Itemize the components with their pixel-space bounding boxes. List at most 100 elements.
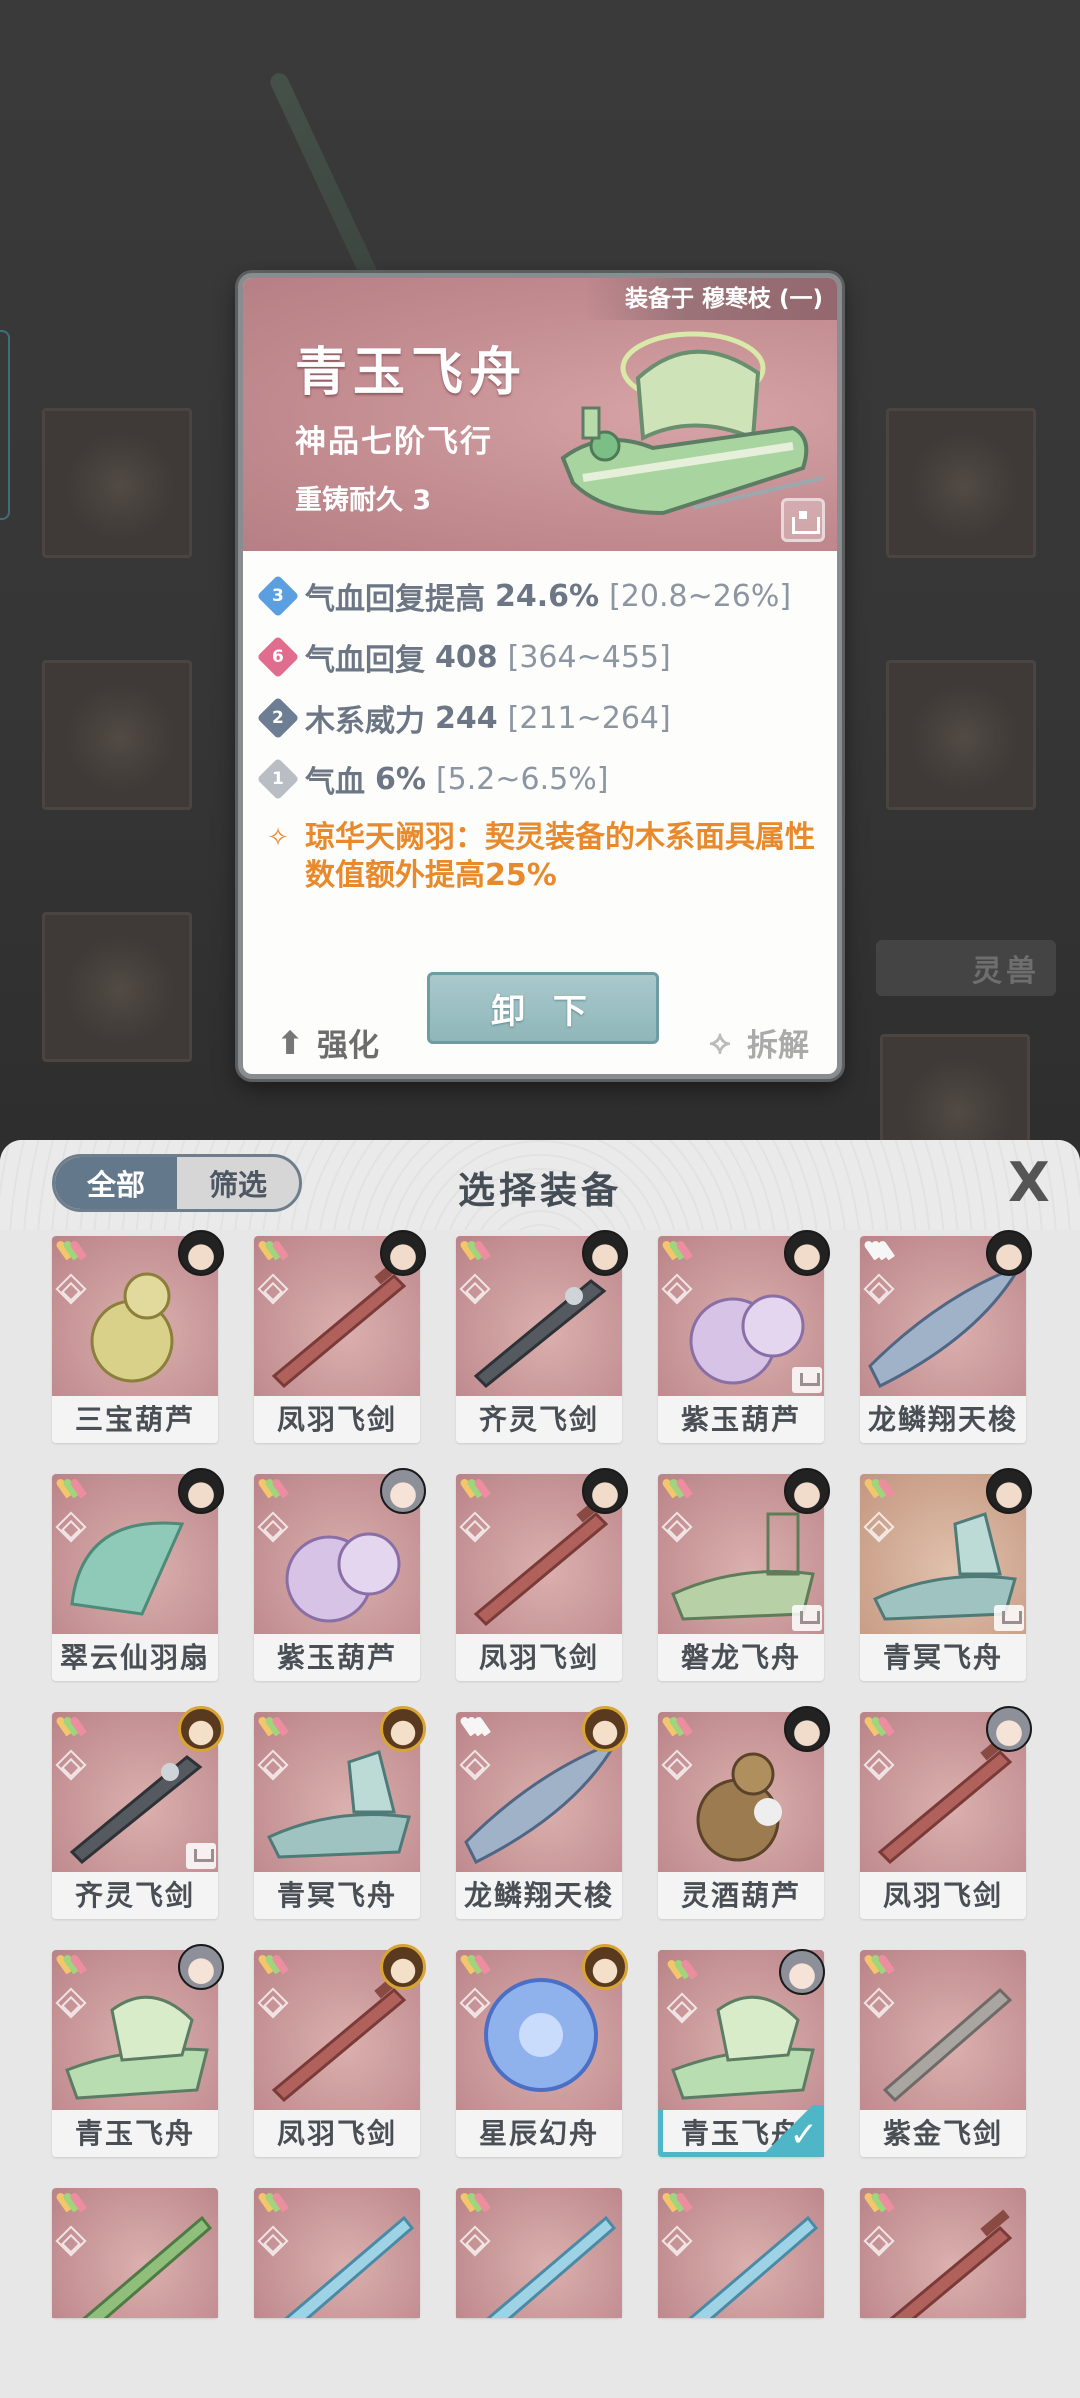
wing-rarity-icon xyxy=(660,1476,694,1500)
wing-rarity-icon xyxy=(660,2190,694,2214)
owner-avatar xyxy=(178,1230,224,1276)
equipment-card[interactable] xyxy=(52,2188,218,2318)
equipment-card[interactable]: 凤羽飞剑 xyxy=(254,1944,426,2157)
equipment-card[interactable]: 凤羽飞剑 xyxy=(254,1230,426,1443)
unequip-button[interactable]: 卸 下 xyxy=(427,972,659,1044)
wing-rarity-icon xyxy=(256,1238,290,1262)
equipment-label: 凤羽飞剑 xyxy=(478,1641,599,1674)
attribute-row: 2 木系威力 244 [211~264] xyxy=(256,696,671,740)
equipment-card[interactable] xyxy=(456,2188,622,2318)
equipment-card[interactable]: 齐灵飞剑 xyxy=(52,1706,224,1919)
equipment-card[interactable]: 紫玉葫芦 xyxy=(254,1468,426,1681)
owner-avatar xyxy=(784,1468,830,1514)
lock-icon xyxy=(792,1605,822,1631)
panel-header: 全部 筛选 选择装备 X xyxy=(0,1140,1080,1230)
owner-avatar xyxy=(784,1230,830,1276)
equipment-label: 凤羽飞剑 xyxy=(276,2117,397,2150)
equipment-card[interactable]: 翠云仙羽扇 xyxy=(52,1468,224,1681)
attribute-name: 木系威力 xyxy=(305,704,425,739)
wing-rarity-icon xyxy=(458,1476,492,1500)
wing-rarity-icon xyxy=(458,1714,492,1738)
dismantle-label: 拆解 xyxy=(747,1028,809,1064)
equipment-card[interactable]: 齐灵飞剑 xyxy=(456,1230,628,1443)
equipment-card[interactable]: 青冥飞舟 xyxy=(254,1706,426,1919)
wing-rarity-icon xyxy=(54,1476,88,1500)
equipment-card[interactable]: 紫金飞剑 xyxy=(860,1950,1026,2157)
wing-rarity-icon xyxy=(660,1238,694,1262)
equipment-card[interactable]: 龙鳞翔天梭 xyxy=(860,1230,1032,1443)
equipment-card[interactable]: 凤羽飞剑 xyxy=(456,1468,628,1681)
equipment-card[interactable]: 青玉飞舟 xyxy=(52,1944,224,2157)
detail-header: 装备于 穆寒枝 (一) 青玉飞舟 神品七阶飞行 重铸耐久 3 xyxy=(243,278,837,551)
owner-avatar xyxy=(380,1230,426,1276)
equipment-card[interactable]: 星辰幻舟 xyxy=(456,1944,628,2157)
spirit-beast-button[interactable]: 灵兽 xyxy=(876,940,1056,996)
attribute-range: [20.8~26%] xyxy=(609,578,792,614)
attribute-range: [364~455] xyxy=(507,639,671,675)
lock-icon[interactable] xyxy=(781,498,825,542)
wing-rarity-icon xyxy=(54,1238,88,1262)
strengthen-button[interactable]: ⬆ 强化 xyxy=(273,1020,379,1065)
equipment-card[interactable] xyxy=(658,2188,824,2318)
equipment-label: 齐灵飞剑 xyxy=(478,1403,599,1436)
equipment-card[interactable] xyxy=(254,2188,420,2318)
equipment-card[interactable]: 紫玉葫芦 xyxy=(658,1230,830,1443)
equipment-card[interactable]: 凤羽飞剑 xyxy=(860,1706,1032,1919)
wing-rarity-icon xyxy=(256,2190,290,2214)
owner-avatar xyxy=(380,1468,426,1514)
item-name: 青玉飞舟 xyxy=(295,342,528,403)
equipment-label: 磐龙飞舟 xyxy=(680,1641,801,1674)
lock-icon xyxy=(792,1367,822,1393)
dismantle-button[interactable]: ⟡ 拆解 xyxy=(703,1020,809,1065)
owner-avatar xyxy=(582,1944,628,1990)
wing-rarity-icon xyxy=(665,1957,699,1981)
equipment-label: 灵酒葫芦 xyxy=(680,1879,801,1912)
rank-badge-icon: 2 xyxy=(256,696,300,740)
attribute-value: 244 xyxy=(435,700,498,736)
item-reforge-durability: 重铸耐久 3 xyxy=(295,485,432,516)
attribute-row: 6 气血回复 408 [364~455] xyxy=(256,635,671,679)
wing-rarity-icon xyxy=(256,1476,290,1500)
equip-slot[interactable] xyxy=(42,408,192,558)
equip-slot[interactable] xyxy=(42,912,192,1062)
equipment-card[interactable]: 灵酒葫芦 xyxy=(658,1706,830,1919)
equipment-card[interactable] xyxy=(860,2188,1026,2318)
attribute-value: 408 xyxy=(435,639,498,675)
panel-title: 选择装备 xyxy=(458,1169,622,1212)
equipment-label: 凤羽飞剑 xyxy=(882,1879,1003,1912)
rank-badge-icon: 6 xyxy=(256,635,300,679)
owner-avatar xyxy=(380,1706,426,1752)
attribute-range: [5.2~6.5%] xyxy=(435,761,609,797)
wing-rarity-icon xyxy=(862,2190,896,2214)
equip-slot[interactable] xyxy=(42,660,192,810)
side-tab[interactable] xyxy=(0,330,10,520)
owner-avatar xyxy=(779,1949,825,1995)
wing-rarity-icon xyxy=(458,1238,492,1262)
wing-rarity-icon xyxy=(660,1714,694,1738)
dismantle-icon: ⟡ xyxy=(709,1023,731,1061)
rank-badge-icon: 3 xyxy=(256,574,300,618)
select-equipment-panel: 全部 筛选 选择装备 X 三宝葫芦 凤羽飞剑 齐灵飞剑 紫玉葫芦 龙鳞翔天梭 翠云仙羽扇紫… xyxy=(0,1140,1080,2398)
owner-avatar xyxy=(784,1706,830,1752)
equipment-card[interactable]: 龙鳞翔天梭 xyxy=(456,1706,628,1919)
equipment-card[interactable]: 青冥飞舟 xyxy=(860,1468,1032,1681)
equip-slot[interactable] xyxy=(886,408,1036,558)
attribute-row: 1 气血 6% [5.2~6.5%] xyxy=(256,757,609,801)
attribute-name: 气血回复 xyxy=(305,643,425,678)
owner-avatar xyxy=(582,1706,628,1752)
equipment-label: 青冥飞舟 xyxy=(276,1879,397,1912)
lock-icon xyxy=(994,1605,1024,1631)
rank-badge-icon: 1 xyxy=(256,757,300,801)
equip-slot[interactable] xyxy=(886,660,1036,810)
owner-avatar xyxy=(178,1944,224,1990)
wing-rarity-icon xyxy=(862,1238,896,1262)
equipment-card[interactable]: 磐龙飞舟 xyxy=(658,1468,830,1681)
equipment-label: 紫玉葫芦 xyxy=(680,1403,801,1436)
close-button[interactable]: X xyxy=(1004,1156,1054,1210)
set-effect: ✧ 琼华天阙羽：契灵装备的木系面具属性数值额外提高25% xyxy=(263,819,823,895)
wing-rarity-icon xyxy=(54,1714,88,1738)
equipment-card[interactable]: 青玉飞舟 ✓ xyxy=(658,1949,825,2157)
equipment-card[interactable]: 三宝葫芦 xyxy=(52,1230,224,1443)
wing-rarity-icon xyxy=(458,2190,492,2214)
wing-rarity-icon xyxy=(256,1714,290,1738)
